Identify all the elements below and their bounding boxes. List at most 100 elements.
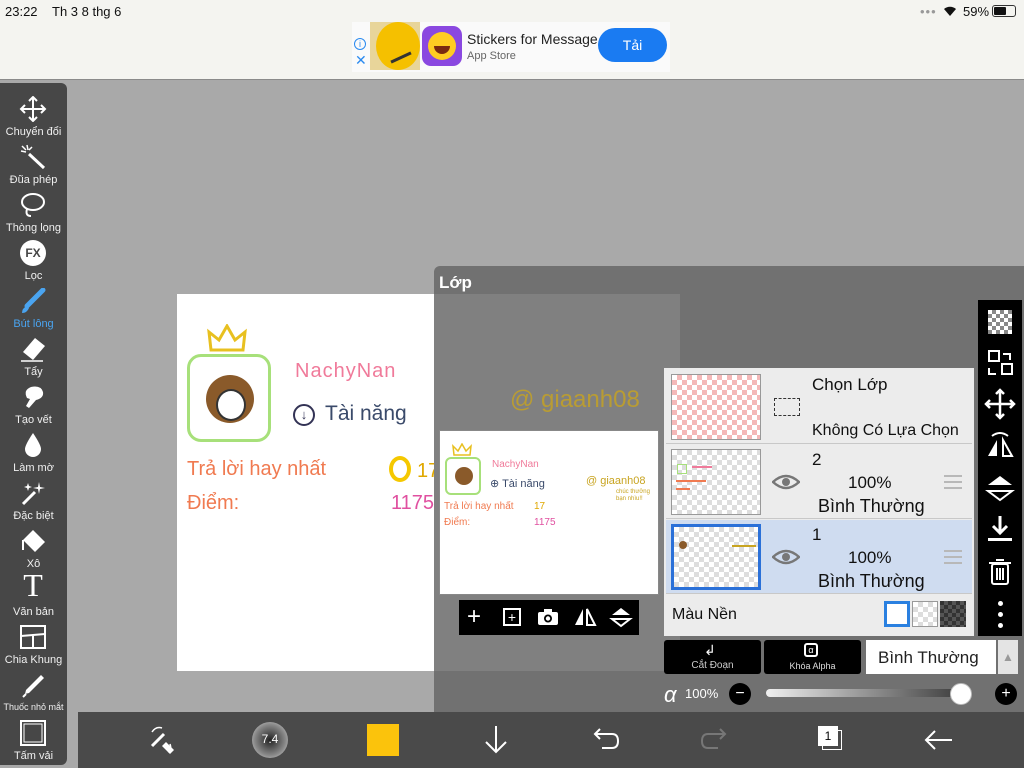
close-icon[interactable]: ✕ <box>355 52 367 69</box>
layer-2-thumbnail <box>671 449 761 515</box>
alpha-value: 100% <box>685 686 719 701</box>
tool-transform[interactable]: Chuyển đổi <box>0 88 67 138</box>
preview-note: chúc thưởng bạn nhìu!! <box>616 489 650 502</box>
art-points-label: Điểm: <box>187 492 240 514</box>
current-color-swatch[interactable] <box>367 724 399 756</box>
badge-icon: ↓ <box>293 404 315 426</box>
drag-handle-line <box>944 556 962 558</box>
layer-2-opacity: 100% <box>848 473 892 492</box>
preview-badge-text: Tài năng <box>502 478 545 490</box>
visibility-eye-icon[interactable] <box>772 473 800 491</box>
layer-preview: NachyNan ⊕ Tài năng Trả lời hay nhất Điể… <box>439 430 659 595</box>
preview-watermark: @ giaanh08 <box>586 475 646 487</box>
tool-lasso[interactable]: Thòng lọng <box>0 184 67 234</box>
tool-bucket[interactable]: Xô <box>0 520 67 570</box>
move-layer-icon[interactable] <box>980 384 1020 424</box>
brush-size-value: 7.4 <box>261 732 279 746</box>
layer-1-blend-mode: Bình Thường <box>818 571 925 591</box>
alpha-slider[interactable] <box>766 689 972 697</box>
tool-frame-divider[interactable]: Chia Khung <box>0 616 67 666</box>
background-dark-swatch[interactable] <box>940 601 966 627</box>
bucket-icon <box>22 530 45 552</box>
more-dots-icon: ••• <box>920 4 937 19</box>
selection-icon <box>774 398 800 416</box>
delete-layer-icon[interactable] <box>980 552 1020 592</box>
selection-thumbnail <box>671 374 761 440</box>
blend-mode-select[interactable]: Bình Thường <box>866 640 996 674</box>
alpha-slider-thumb[interactable] <box>950 683 972 705</box>
info-icon[interactable]: i <box>354 38 366 50</box>
alpha-increase-button[interactable]: + <box>995 683 1017 705</box>
drag-handle-line <box>944 487 962 489</box>
background-transparent-swatch[interactable] <box>912 601 938 627</box>
art-points: 1175 <box>391 492 435 514</box>
ad-install-button[interactable]: Tải <box>598 28 667 62</box>
visibility-eye-icon[interactable] <box>772 548 800 566</box>
preview-avatar-frame <box>445 457 481 495</box>
art-badge: Tài năng <box>325 402 407 425</box>
tool-sidebar: Chuyển đổi Đũa phép Thòng lọng FX Lọc Bú… <box>0 83 67 765</box>
alpha-decrease-button[interactable]: − <box>729 683 751 705</box>
tool-smudge[interactable]: Tạo vết <box>0 376 67 426</box>
layers-button[interactable]: 1 <box>808 720 848 760</box>
down-arrow-icon[interactable] <box>476 720 516 760</box>
alpha-symbol: α <box>664 682 677 707</box>
select-layer-subtitle: Không Có Lựa Chọn <box>812 422 959 439</box>
brush-eraser-swap-icon[interactable] <box>142 720 182 760</box>
tool-text[interactable]: T Văn bản <box>0 568 67 618</box>
undo-icon[interactable] <box>584 720 624 760</box>
merge-down-icon[interactable] <box>980 510 1020 550</box>
bottom-toolbar: 7.4 1 <box>78 712 1024 768</box>
blend-mode-arrow-icon[interactable]: ▲ <box>998 640 1018 674</box>
select-layer-title: Chọn Lớp <box>812 375 888 394</box>
layer-row-1[interactable]: 1 100% Bình Thường <box>666 520 972 594</box>
flip-horizontal-icon[interactable] <box>573 606 597 628</box>
flip-layer-horizontal-icon[interactable] <box>980 428 1020 468</box>
crown-icon <box>207 324 247 352</box>
layer-row-2[interactable]: 2 100% Bình Thường <box>666 445 972 519</box>
copy-layer-icon[interactable]: + <box>503 608 521 626</box>
tool-filter[interactable]: FX Lọc <box>0 232 67 282</box>
layer-transfer-icon[interactable] <box>980 344 1020 384</box>
tool-magic-wand[interactable]: Đũa phép <box>0 136 67 186</box>
status-time: 23:22 <box>5 4 38 19</box>
ad-subtitle: App Store <box>467 50 516 62</box>
background-white-swatch[interactable] <box>884 601 910 627</box>
transparency-grid-icon[interactable] <box>980 302 1020 342</box>
back-arrow-icon[interactable] <box>918 720 958 760</box>
flip-layer-vertical-icon[interactable] <box>980 468 1020 508</box>
lock-icon: α <box>804 643 818 657</box>
alpha-lock-button[interactable]: α Khóa Alpha <box>764 640 861 674</box>
app-icon <box>422 26 462 66</box>
more-options-icon[interactable] <box>980 595 1020 635</box>
brush-size-button[interactable]: 7.4 <box>252 722 288 758</box>
redo-icon[interactable] <box>696 720 736 760</box>
background-row: Màu Nền <box>666 597 972 633</box>
drag-handle-icon[interactable] <box>944 475 962 477</box>
preview-toolbar: + + <box>459 600 639 635</box>
battery-icon <box>992 5 1016 17</box>
preview-points: 1175 <box>534 517 556 528</box>
status-date: Th 3 8 thg 6 <box>52 4 122 19</box>
drag-handle-line <box>944 562 962 564</box>
tool-eyedropper[interactable]: Thuốc nhỏ mắt <box>0 664 67 712</box>
preview-best-answer: Trả lời hay nhất <box>444 501 514 512</box>
alpha-lock-label: Khóa Alpha <box>789 661 836 671</box>
tool-brush[interactable]: Bút lông <box>0 280 67 330</box>
tool-canvas[interactable]: Tấm vải <box>0 712 67 762</box>
panel-title: Lớp <box>439 273 472 292</box>
tool-blur[interactable]: Làm mờ <box>0 424 67 474</box>
smudge-icon <box>25 386 44 408</box>
drawing-canvas[interactable]: NachyNan ↓ Tài năng Trả lời hay nhất 17 … <box>177 294 439 671</box>
flip-vertical-icon[interactable] <box>609 606 633 628</box>
tool-label: Thuốc nhỏ mắt <box>3 702 64 712</box>
status-bar: 23:22 Th 3 8 thg 6 ••• 59% <box>0 0 1024 22</box>
tool-special[interactable]: Đặc biệt <box>0 472 67 522</box>
select-layer-row[interactable]: Chọn Lớp Không Có Lựa Chọn <box>666 370 972 444</box>
tool-eraser[interactable]: Tẩy <box>0 328 67 378</box>
ad-container[interactable]: i ✕ Stickers for Message App Store Tải <box>352 22 670 72</box>
camera-icon[interactable] <box>537 608 559 626</box>
drag-handle-icon[interactable] <box>944 550 962 552</box>
add-layer-icon[interactable]: + <box>467 604 487 630</box>
clipping-button[interactable]: ↲ Cắt Đoạn <box>664 640 761 674</box>
